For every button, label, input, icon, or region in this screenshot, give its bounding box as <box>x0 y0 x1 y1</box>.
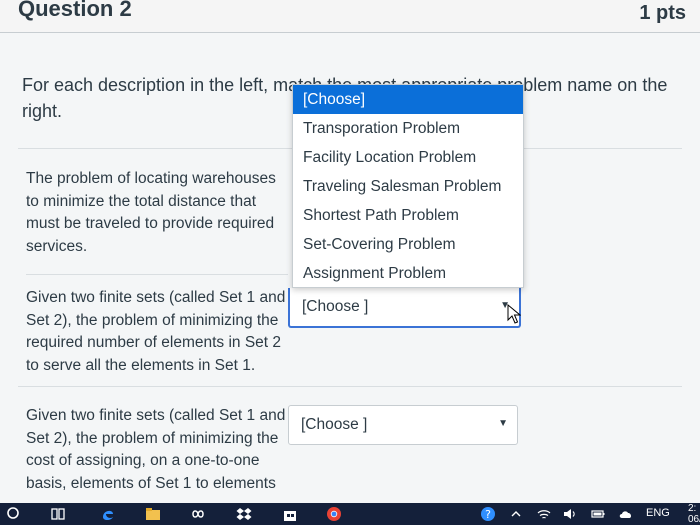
question-header: Question 2 1 pts <box>0 0 700 33</box>
chevron-down-icon: ▼ <box>498 418 508 429</box>
wifi-icon[interactable] <box>536 506 552 522</box>
divider <box>26 274 288 275</box>
chrome-icon[interactable] <box>326 506 342 522</box>
dropdown-option-assignment[interactable]: Assignment Problem <box>293 259 523 288</box>
search-icon[interactable] <box>6 506 22 522</box>
match-select-2[interactable]: [Choose ] ▼ <box>288 288 521 328</box>
match-description-2: Given two finite sets (called Set 1 and … <box>26 289 286 374</box>
dropdown-option-set-covering[interactable]: Set-Covering Problem <box>293 230 523 259</box>
match-select-3[interactable]: [Choose ] ▼ <box>288 405 518 445</box>
taskbar-date: 06/ <box>688 514 700 525</box>
match-description-3: Given two finite sets (called Set 1 and … <box>26 407 286 492</box>
onedrive-cloud-icon[interactable] <box>618 506 634 522</box>
question-title: Question 2 <box>18 0 132 21</box>
dropbox-icon[interactable] <box>236 506 252 522</box>
dropdown-option-shortest-path[interactable]: Shortest Path Problem <box>293 201 523 230</box>
match-select-3-value: [Choose ] <box>301 416 368 433</box>
taskbar-clock[interactable]: 2: 06/ <box>688 503 700 525</box>
chevron-up-icon[interactable] <box>508 506 524 522</box>
dropdown-option-choose[interactable]: [Choose] <box>293 85 523 114</box>
dropdown-option-facility-location[interactable]: Facility Location Problem <box>293 143 523 172</box>
match-select-1-dropdown-list[interactable]: [Choose] Transporation Problem Facility … <box>292 84 524 288</box>
volume-icon[interactable] <box>562 506 578 522</box>
mouse-cursor-icon <box>507 304 521 324</box>
task-view-icon[interactable] <box>50 506 66 522</box>
battery-icon[interactable] <box>590 506 606 522</box>
svg-text:?: ? <box>485 508 491 521</box>
question-points: 1 pts <box>639 2 686 24</box>
infinity-app-icon[interactable] <box>190 506 206 522</box>
divider <box>18 386 682 387</box>
help-icon[interactable]: ? <box>480 506 496 522</box>
input-language-indicator[interactable]: ENG <box>646 507 670 519</box>
windows-taskbar: ? ENG 2: 06/ <box>0 503 700 525</box>
taskbar-time: 2: <box>688 503 697 514</box>
match-select-2-value: [Choose ] <box>302 298 369 315</box>
match-description-1: The problem of locating warehouses to mi… <box>26 170 276 255</box>
store-icon[interactable] <box>282 506 298 522</box>
file-explorer-icon[interactable] <box>145 506 161 522</box>
dropdown-option-traveling-salesman[interactable]: Traveling Salesman Problem <box>293 172 523 201</box>
edge-browser-icon[interactable] <box>100 506 116 522</box>
dropdown-option-transportation[interactable]: Transporation Problem <box>293 114 523 143</box>
